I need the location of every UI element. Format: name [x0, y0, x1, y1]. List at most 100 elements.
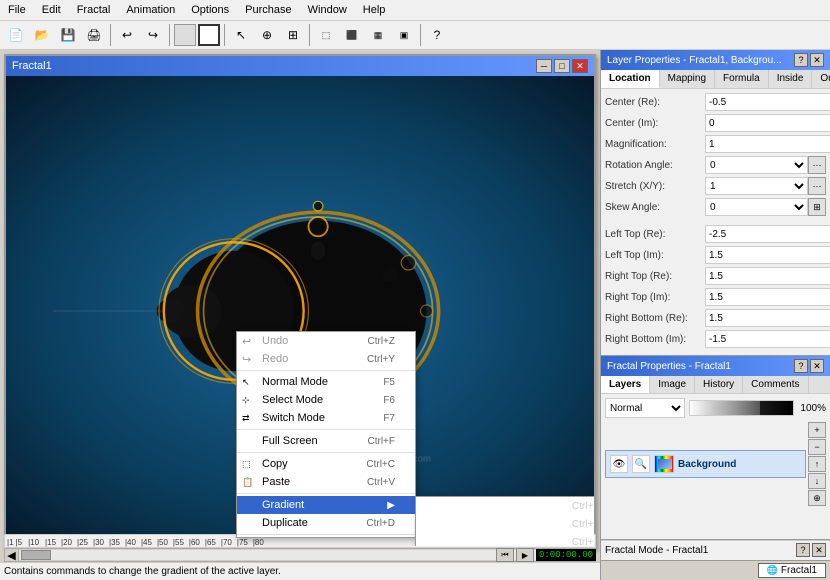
ruler-mark: |25	[77, 538, 88, 547]
fractal-canvas[interactable]: www.ultrafractal.com ↩ Undo Ctrl+Z ↪ Red…	[6, 76, 594, 546]
prop-skew-btn[interactable]: ⊞	[808, 198, 826, 216]
layer-zoom-icon[interactable]: 🔍	[632, 455, 650, 473]
layer-row-background[interactable]: 👁 🔍 Background	[605, 450, 806, 478]
prop-left-top-im-input[interactable]	[705, 246, 830, 264]
fractal-minimize[interactable]: ─	[536, 59, 552, 73]
ctx-copy[interactable]: ⬚ Copy Ctrl+C	[237, 455, 415, 473]
toolbar-undo[interactable]: ↩	[115, 23, 139, 47]
sub-randomize[interactable]: Randomize Ctrl+1	[416, 497, 594, 515]
toolbar-extra2[interactable]: ▣	[392, 23, 416, 47]
prop-right-bottom-re-input[interactable]	[705, 309, 830, 327]
menu-edit[interactable]: Edit	[34, 2, 69, 18]
toolbar-extra1[interactable]: ▦	[366, 23, 390, 47]
transport-play[interactable]: ▶	[516, 548, 534, 562]
toolbar-save[interactable]: 💾	[56, 23, 80, 47]
toolbar-zoom[interactable]: ⊞	[281, 23, 305, 47]
menu-help[interactable]: Help	[355, 2, 394, 18]
tab-outside[interactable]: Outside	[812, 70, 830, 88]
tab-mapping[interactable]: Mapping	[660, 70, 715, 88]
fractal-properties-close[interactable]: ✕	[810, 359, 824, 373]
menu-animation[interactable]: Animation	[118, 2, 183, 18]
prop-stretch-btn[interactable]: ⋯	[808, 177, 826, 195]
toolbar-redo[interactable]: ↪	[141, 23, 165, 47]
menu-window[interactable]: Window	[300, 2, 355, 18]
frac-tab-comments[interactable]: Comments	[743, 376, 808, 393]
layer-visibility-icon[interactable]: 👁	[610, 455, 628, 473]
fractal-close[interactable]: ✕	[572, 59, 588, 73]
ctx-gradient[interactable]: Gradient ▶ Randomize Ctrl+1 Randomize Br…	[237, 496, 415, 514]
layer-properties-close[interactable]: ✕	[810, 53, 824, 67]
fractal-properties-tabs: Layers Image History Comments	[601, 376, 830, 394]
h-scrollbar-thumb[interactable]	[21, 550, 51, 560]
layer-properties-content: Center (Re): Center (Im): Magnification:…	[601, 89, 830, 355]
prop-center-im-input[interactable]	[705, 114, 830, 132]
fractal-maximize[interactable]: □	[554, 59, 570, 73]
toolbar-print[interactable]: 🖨	[82, 23, 106, 47]
prop-magnification-label: Magnification:	[605, 139, 705, 150]
prop-left-top-re-input[interactable]	[705, 225, 830, 243]
frac-tab-layers[interactable]: Layers	[601, 376, 650, 393]
toolbar-paste[interactable]: ⬛	[340, 23, 364, 47]
fractal-properties-help[interactable]: ?	[794, 359, 808, 373]
blend-mode-select[interactable]: Normal	[605, 398, 685, 418]
statusbar-text: Contains commands to change the gradient…	[4, 566, 281, 577]
fractal-mode-close[interactable]: ✕	[812, 543, 826, 557]
ctx-undo-label: Undo	[262, 335, 288, 347]
layer-delete-btn[interactable]: −	[808, 439, 826, 455]
opacity-bar[interactable]	[689, 400, 794, 416]
prop-magnification: Magnification:	[605, 135, 826, 153]
toolbar-select[interactable]: ↖	[229, 23, 253, 47]
menu-fractal[interactable]: Fractal	[69, 2, 119, 18]
prop-stretch-select[interactable]: 1	[705, 177, 808, 195]
prop-right-top-re: Right Top (Re):	[605, 267, 826, 285]
layer-add-btn[interactable]: +	[808, 422, 826, 438]
ctx-duplicate[interactable]: Duplicate Ctrl+D	[237, 514, 415, 532]
toolbar-help[interactable]: ?	[425, 23, 449, 47]
prop-rotation-select[interactable]: 0	[705, 156, 808, 174]
ctx-undo[interactable]: ↩ Undo Ctrl+Z	[237, 332, 415, 350]
layers-content: Normal 100% 👁	[605, 398, 826, 508]
layer-gradient-icon[interactable]	[654, 455, 674, 473]
prop-center-re-input[interactable]	[705, 93, 830, 111]
toolbar-copy[interactable]: ⬚	[314, 23, 338, 47]
ctx-fullscreen[interactable]: Full Screen Ctrl+F	[237, 432, 415, 450]
sub-randomize-misty[interactable]: Randomize Misty Ctrl+3	[416, 533, 594, 546]
toolbar-open[interactable]: 📂	[30, 23, 54, 47]
ctx-redo[interactable]: ↪ Redo Ctrl+Y	[237, 350, 415, 368]
menu-file[interactable]: File	[0, 2, 34, 18]
scroll-left-btn[interactable]: ◀	[5, 549, 19, 561]
menu-purchase[interactable]: Purchase	[237, 2, 299, 18]
prop-rotation-btn[interactable]: ⋯	[808, 156, 826, 174]
layer-up-btn[interactable]: ↑	[808, 456, 826, 472]
ctx-switch-mode[interactable]: ⇄ Switch Mode F7	[237, 409, 415, 427]
frac-tab-image[interactable]: Image	[650, 376, 695, 393]
copy-icon: ⬚	[242, 459, 251, 470]
sub-randomize-bright[interactable]: Randomize Bright Ctrl+2	[416, 515, 594, 533]
ctx-normal-mode[interactable]: ↖ Normal Mode F5	[237, 373, 415, 391]
transport-rewind[interactable]: ⏮	[496, 548, 514, 562]
fractal-tab-bar: 🌐 Fractal1	[601, 560, 830, 580]
tab-inside[interactable]: Inside	[769, 70, 813, 88]
prop-skew-select[interactable]: 0	[705, 198, 808, 216]
ctx-select-mode[interactable]: ⊹ Select Mode F6	[237, 391, 415, 409]
prop-right-bottom-im-input[interactable]	[705, 330, 830, 348]
toolbar-btn1[interactable]	[174, 24, 196, 46]
prop-right-top-re-input[interactable]	[705, 267, 830, 285]
layer-duplicate-btn[interactable]: ⊕	[808, 490, 826, 506]
prop-magnification-input[interactable]	[705, 135, 830, 153]
fractal-properties-title: Fractal Properties - Fractal1	[607, 361, 731, 372]
tab-location[interactable]: Location	[601, 70, 660, 88]
toolbar-btn2[interactable]	[198, 24, 220, 46]
toolbar-move[interactable]: ⊕	[255, 23, 279, 47]
prop-right-top-im-input[interactable]	[705, 288, 830, 306]
ctx-paste[interactable]: 📋 Paste Ctrl+V	[237, 473, 415, 491]
prop-stretch-label: Stretch (X/Y):	[605, 181, 705, 192]
menu-options[interactable]: Options	[183, 2, 237, 18]
fractal-mode-help[interactable]: ?	[796, 543, 810, 557]
tab-formula[interactable]: Formula	[715, 70, 769, 88]
layer-properties-help[interactable]: ?	[794, 53, 808, 67]
layer-down-btn[interactable]: ↓	[808, 473, 826, 489]
fractal-tab[interactable]: 🌐 Fractal1	[758, 563, 826, 578]
toolbar-new[interactable]: 📄	[4, 23, 28, 47]
frac-tab-history[interactable]: History	[695, 376, 743, 393]
